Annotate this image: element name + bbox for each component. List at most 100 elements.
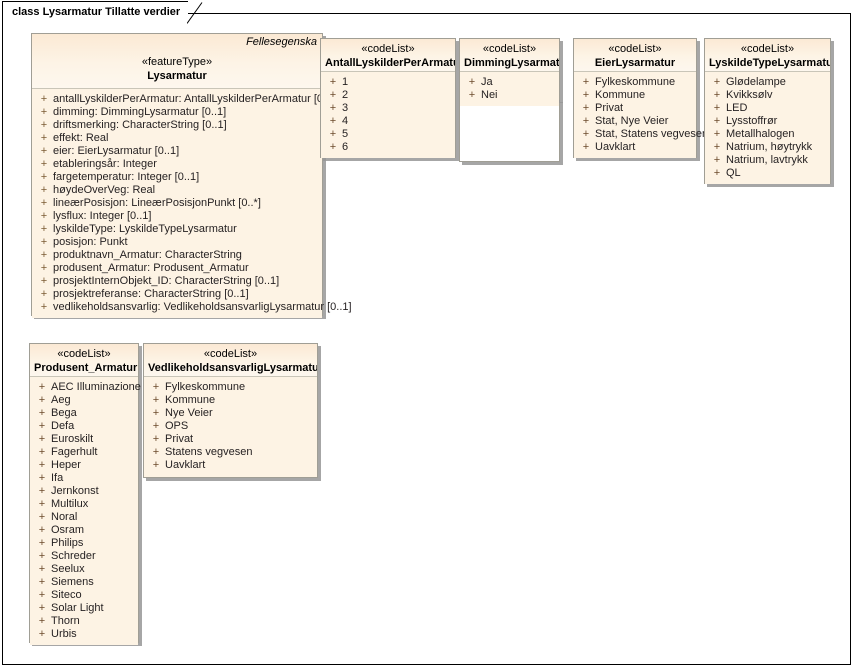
class-box-produsent-armatur[interactable]: «codeList» Produsent_Armatur + AEC Illumi… [29,343,141,645]
class-name-vedlikehold: VedlikeholdsansvarligLysarmatur [148,362,317,374]
attribute-label: posisjon: Punkt [53,236,128,248]
attribute-visibility: + [329,115,337,127]
attribute-row: + Philips [33,537,135,550]
class-name-lysarmatur: Lysarmatur [147,70,207,82]
attribute-label: Jernkonst [51,485,99,497]
attribute-visibility: + [713,102,721,114]
stereotype-label-eier: «codeList» [608,43,662,55]
attribute-row: + Kommune [147,394,314,407]
attribute-visibility: + [468,76,476,88]
attribute-visibility: + [38,381,46,393]
attribute-visibility: + [329,141,337,153]
attribute-compartment-lysarmatur: + antallLyskilderPerArmatur: AntallLyskil… [32,89,352,318]
attribute-row: + Thorn [33,615,135,628]
attribute-label: 6 [342,141,349,153]
diagram-title-tab[interactable]: class Lysarmatur Tillatte verdier [2,1,203,24]
attribute-row: + høydeOverVeg: Real [35,184,319,197]
class-name-antall-lyskilder: AntallLyskilderPerArmatur [325,57,455,69]
attribute-row: + Fagerhult [33,446,135,459]
attribute-label: Siteco [51,589,82,601]
attribute-row: + lyskildeType: LyskildeTypeLysarmatur [35,223,319,236]
attribute-visibility: + [38,446,46,458]
attribute-visibility: + [38,472,46,484]
attribute-row: + Statens vegvesen [147,446,314,459]
attribute-visibility: + [40,210,48,222]
attribute-row: + dimming: DimmingLysarmatur [0..1] [35,106,319,119]
attribute-label: etableringsår: Integer [53,158,157,170]
attribute-label: Glødelampe [726,76,786,88]
attribute-label: Heper [51,459,81,471]
attribute-label: eier: EierLysarmatur [0..1] [53,145,180,157]
attribute-label: Metallhalogen [726,128,795,140]
attribute-row: +2 [324,89,452,102]
class-box-vedlikeholdsansvarlig-lysarmatur[interactable]: «codeList» VedlikeholdsansvarligLysarmat… [143,343,318,478]
attribute-label: Privat [165,433,194,445]
class-box-lysarmatur[interactable]: Fellesegenska «featureType» Lysarmatur +… [31,33,352,318]
attribute-visibility: + [329,128,337,140]
attribute-visibility: + [38,420,46,432]
attribute-visibility: + [152,420,160,432]
attribute-label: Philips [51,537,84,549]
attribute-visibility: + [38,394,46,406]
attribute-row: + lysflux: Integer [0..1] [35,210,319,223]
attribute-row: + Kommune [577,89,693,102]
class-header-vedlikeholdsansvarlig: «codeList» VedlikeholdsansvarligLysarmat… [144,344,317,377]
attribute-row: + Glødelampe [708,76,827,89]
attribute-row: + Bega [33,407,135,420]
attribute-row: + AEC Illuminazione [33,381,141,394]
attribute-visibility: + [38,602,46,614]
namespace-tag-lysarmatur: Fellesegenska [246,36,317,48]
attribute-row: +4 [324,115,452,128]
attribute-label: Euroskilt [51,433,94,445]
attribute-visibility: + [40,236,48,248]
attribute-row: + Solar Light [33,602,135,615]
attribute-row: + LED [708,102,827,115]
attribute-compartment-produsent: + AEC Illuminazione + Aeg + Bega + Defa + Euroski… [30,377,141,645]
attribute-visibility: + [40,132,48,144]
attribute-row: + Stat, Nye Veier [577,115,693,128]
class-box-eier-lysarmatur[interactable]: «codeList» EierLysarmatur + Fylkeskommune… [573,38,708,158]
class-box-lyskilde-type-lysarmatur[interactable]: «codeList» LyskildeTypeLysarmatur + Gløde… [704,38,831,184]
attribute-row: + Lysstoffrør [708,115,827,128]
attribute-visibility: + [582,76,590,88]
attribute-row: + Natrium, lavtrykk [708,154,827,167]
attribute-row: + Uavklart [577,141,693,154]
attribute-visibility: + [713,141,721,153]
class-box-antall-lyskilder-per-armatur[interactable]: «codeList» AntallLyskilderPerArmatur +1 +… [320,38,456,158]
attribute-row: +6 [324,141,452,154]
attribute-row: + Nei [463,89,556,102]
attribute-row: + prosjektInternObjekt_ID: CharacterStrin… [35,275,319,288]
class-header-eier-lysarmatur: «codeList» EierLysarmatur [574,39,696,72]
class-header-produsent-armatur: «codeList» Produsent_Armatur [30,344,138,377]
attribute-label: antallLyskilderPerArmatur: AntallLyskild… [53,93,339,105]
attribute-visibility: + [40,275,48,287]
attribute-visibility: + [40,158,48,170]
attribute-label: prosjektreferanse: CharacterString [0..1… [53,288,249,300]
attribute-label: fargetemperatur: Integer [0..1] [53,171,200,183]
class-name-eier: EierLysarmatur [594,57,676,69]
attribute-row: + QL [708,167,827,180]
attribute-row: +1 [324,76,452,89]
attribute-visibility: + [40,119,48,131]
attribute-label: Seelux [51,563,85,575]
attribute-visibility: + [40,288,48,300]
stereotype-label-lyskilde-type: «codeList» [740,43,795,55]
attribute-visibility: + [38,524,46,536]
attribute-label: Nye Veier [165,407,213,419]
attribute-visibility: + [38,511,46,523]
class-box-dimming-lysarmatur[interactable]: «codeList» DimmingLysarmatur + Ja + Nei [459,38,560,106]
attribute-row: + vedlikeholdsansvarlig: Vedlikeholdsansv… [35,301,352,314]
attribute-visibility: + [40,249,48,261]
attribute-label: dimming: DimmingLysarmatur [0..1] [53,106,227,118]
attribute-row: + produktnavn_Armatur: CharacterString [35,249,319,262]
attribute-label: Noral [51,511,78,523]
attribute-row: + Euroskilt [33,433,135,446]
attribute-label: Fagerhult [51,446,98,458]
attribute-visibility: + [713,154,721,166]
attribute-label: Stat, Nye Veier [595,115,669,127]
attribute-visibility: + [38,550,46,562]
tab-slant-icon [187,2,203,24]
diagram-title-tab-body: class Lysarmatur Tillatte verdier [2,1,203,24]
attribute-visibility: + [329,89,337,101]
attribute-visibility: + [38,433,46,445]
